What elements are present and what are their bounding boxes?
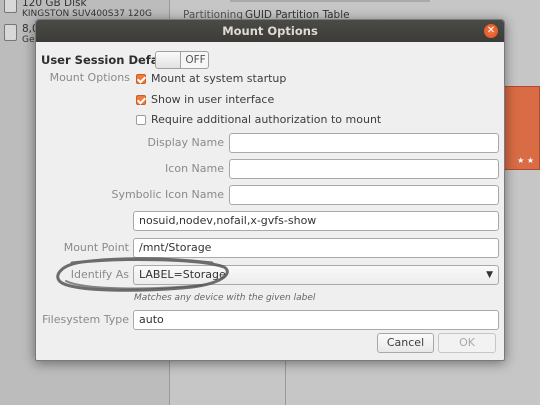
size-text-fragment — [230, 0, 430, 2]
identify-as-label: Identify As — [70, 268, 129, 281]
symbolic-icon-name-label: Symbolic Icon Name — [111, 188, 224, 201]
drive-title[interactable]: 120 GB Disk — [22, 0, 87, 9]
mount-at-startup-checkbox[interactable] — [136, 73, 146, 84]
identify-as-value: LABEL=Storage — [139, 268, 226, 281]
require-authorization-checkbox[interactable] — [136, 114, 146, 125]
ok-button[interactable]: OK — [438, 333, 496, 353]
partition-volume-block[interactable]: ★ ★ — [503, 86, 540, 170]
close-button[interactable]: ✕ — [484, 24, 498, 38]
dialog-titlebar[interactable]: Mount Options ✕ — [36, 20, 504, 42]
mount-options-label: Mount Options — [49, 71, 130, 84]
mount-at-startup-checkbox-row[interactable]: Mount at system startup — [136, 72, 286, 85]
hard-disk-icon — [4, 24, 17, 41]
mount-options-field[interactable]: nosuid,nodev,nofail,x-gvfs-show — [133, 211, 499, 231]
toggle-knob — [156, 52, 181, 68]
display-name-field[interactable] — [229, 133, 499, 153]
icon-name-field[interactable] — [229, 159, 499, 179]
icon-name-label: Icon Name — [165, 162, 224, 175]
display-name-label: Display Name — [147, 136, 225, 149]
mount-point-field[interactable]: /mnt/Storage — [133, 238, 499, 258]
mount-point-label: Mount Point — [63, 241, 129, 254]
show-in-ui-checkbox-row[interactable]: Show in user interface — [136, 93, 274, 106]
close-icon: ✕ — [486, 25, 496, 36]
require-authorization-label: Require additional authorization to moun… — [151, 113, 382, 126]
user-session-defaults-toggle[interactable]: OFF — [155, 51, 209, 69]
require-authorization-checkbox-row[interactable]: Require additional authorization to moun… — [136, 113, 381, 126]
mounted-star-icon: ★ ★ — [517, 156, 534, 165]
filesystem-type-field[interactable]: auto — [133, 310, 499, 330]
dropdown-arrow-icon: ▼ — [486, 270, 493, 280]
hard-disk-icon — [4, 0, 17, 13]
dialog-title: Mount Options — [222, 24, 318, 38]
cancel-button[interactable]: Cancel — [377, 333, 434, 353]
filesystem-type-label: Filesystem Type — [42, 313, 129, 326]
symbolic-icon-name-field[interactable] — [229, 185, 499, 205]
drive-model: Ge — [22, 35, 35, 45]
show-in-ui-label: Show in user interface — [151, 93, 275, 106]
show-in-ui-checkbox[interactable] — [136, 94, 146, 105]
identify-as-hint: Matches any device with the given label — [134, 293, 316, 303]
divider — [285, 360, 286, 405]
toggle-state-label: OFF — [185, 54, 206, 66]
mount-at-startup-label: Mount at system startup — [151, 72, 287, 85]
identify-as-dropdown[interactable]: LABEL=Storage ▼ — [133, 265, 499, 285]
mount-options-dialog: Mount Options ✕ User Session Defaults OF… — [35, 19, 505, 361]
